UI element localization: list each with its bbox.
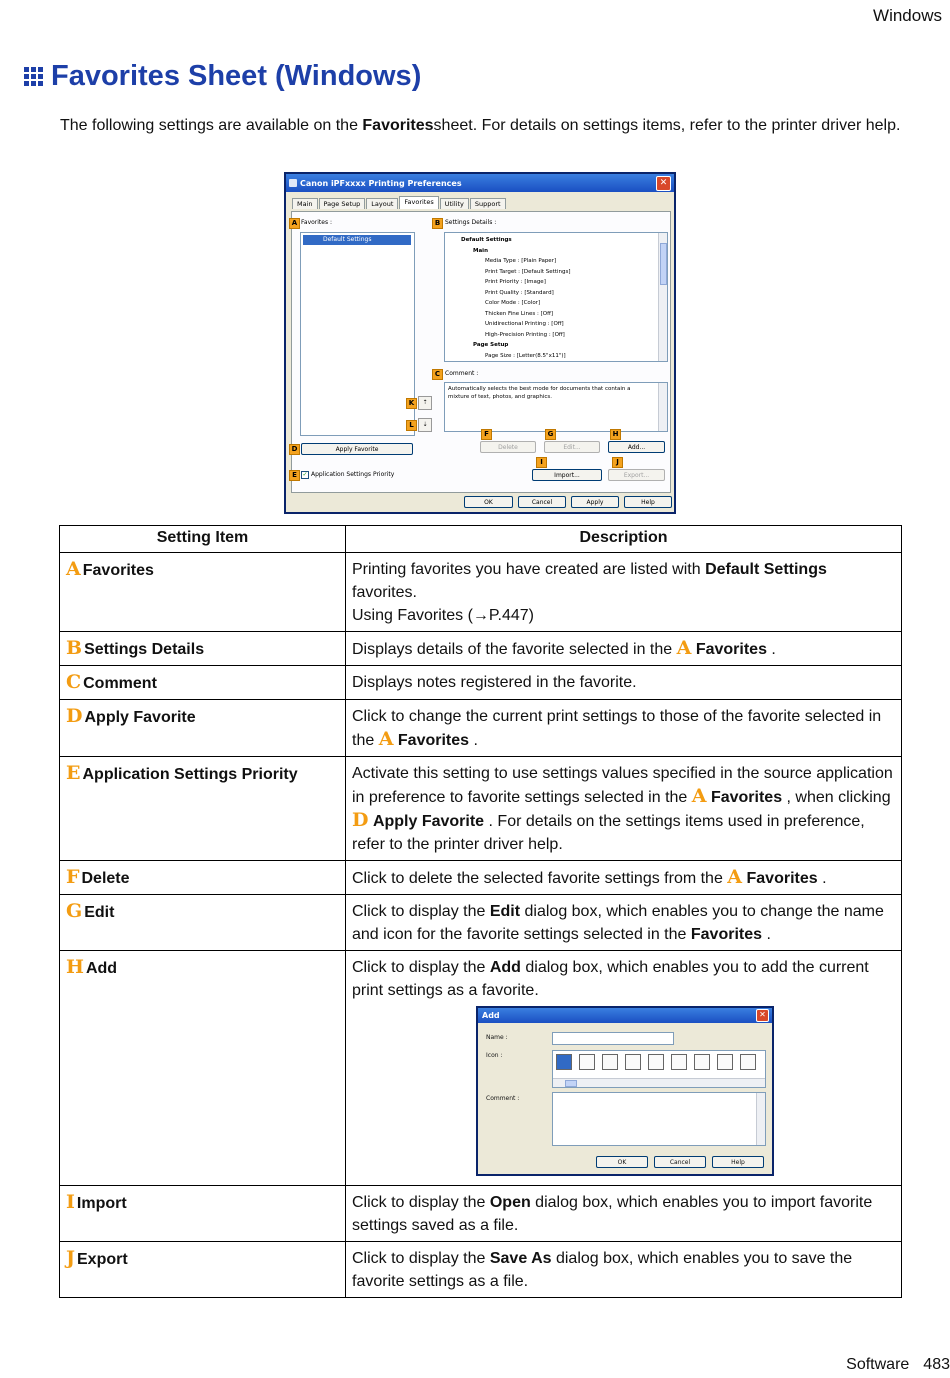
add-help-button[interactable]: Help (712, 1156, 764, 1168)
printer-icon (289, 179, 297, 187)
apply-favorite-button[interactable]: Apply Favorite (301, 443, 413, 455)
page-title: Favorites Sheet (Windows) (24, 60, 421, 93)
favorite-icon-7[interactable] (694, 1054, 710, 1070)
comment-scrollbar[interactable] (658, 383, 667, 431)
header-setting-item: Setting Item (59, 525, 346, 553)
icon-scrollbar[interactable] (553, 1078, 765, 1087)
using-favorites-link[interactable]: Using Favorites (→P.447) (352, 607, 534, 624)
table-row: A Favorites Printing favorites you have c… (59, 552, 902, 632)
table-row: C Comment Displays notes registered in th… (59, 665, 902, 700)
favorite-icon-6[interactable] (671, 1054, 687, 1070)
import-button[interactable]: Import... (532, 469, 602, 481)
favorites-label: Favorites : (301, 219, 333, 226)
comment-box[interactable]: Automatically selects the best mode for … (444, 382, 668, 432)
intro-paragraph: The following settings are available on … (60, 117, 901, 134)
tab-favorites[interactable]: Favorites (399, 196, 439, 209)
favorite-icon-1[interactable] (556, 1054, 572, 1070)
header-description: Description (345, 525, 902, 553)
add-comment-input[interactable] (552, 1092, 766, 1146)
marker-g: G (545, 429, 556, 440)
marker-i: I (536, 457, 547, 468)
favorite-icon-3[interactable] (602, 1054, 618, 1070)
tab-layout[interactable]: Layout (366, 198, 399, 209)
app-priority-checkbox[interactable]: ✓ (301, 471, 309, 479)
table-row: F Delete Click to delete the selected fav… (59, 860, 902, 895)
favorite-icon-8[interactable] (717, 1054, 733, 1070)
add-name-input[interactable] (552, 1032, 674, 1045)
settings-details-tree[interactable]: Default Settings Main Media Type : [Plai… (444, 232, 668, 362)
add-comment-scrollbar[interactable] (756, 1093, 765, 1145)
favorite-icon-4[interactable] (625, 1054, 641, 1070)
marker-c: C (432, 369, 443, 380)
table-row: E Application Settings Priority Activate … (59, 756, 902, 861)
table-row: B Settings Details Displays details of th… (59, 631, 902, 666)
cancel-button[interactable]: Cancel (518, 496, 566, 508)
help-button[interactable]: Help (624, 496, 672, 508)
page-number: 483 (923, 1356, 950, 1373)
favorite-icon-5[interactable] (648, 1054, 664, 1070)
close-icon[interactable]: ✕ (656, 176, 671, 191)
export-button[interactable]: Export... (608, 469, 665, 481)
add-ok-button[interactable]: OK (596, 1156, 648, 1168)
marker-k: K (406, 398, 417, 409)
comment-label: Comment : (445, 370, 479, 377)
settings-details-label: Settings Details : (445, 219, 497, 226)
favorites-panel: A Favorites : Default Settings B Setting… (289, 211, 671, 493)
add-dialog: Add ✕ Name : Icon : Comment: OK Cancel … (476, 1006, 774, 1176)
details-scrollbar[interactable] (658, 233, 667, 361)
marker-h: H (610, 429, 621, 440)
move-down-icon[interactable]: ⇣ (418, 418, 432, 432)
page-footer: Software 483 (832, 1356, 950, 1374)
apply-button[interactable]: Apply (571, 496, 619, 508)
marker-j: J (612, 457, 623, 468)
dialog-titlebar: Canon iPFxxxx Printing Preferences ✕ (286, 174, 674, 192)
app-priority-label: Application Settings Priority (311, 471, 395, 478)
favorites-list[interactable]: Default Settings (300, 232, 415, 436)
running-header: Windows (873, 6, 942, 25)
tab-utility[interactable]: Utility (439, 198, 469, 209)
settings-tree: Default Settings Main Media Type : [Plai… (461, 237, 571, 359)
footer-section: Software (846, 1356, 910, 1373)
tab-page-setup[interactable]: Page Setup (318, 198, 366, 209)
settings-table: Setting Item Description A Favorites Prin… (59, 525, 902, 1298)
section-grid-icon (24, 67, 43, 86)
marker-f: F (481, 429, 492, 440)
dialog-tabs: Main Page Setup Layout Favorites Utility… (292, 196, 507, 209)
close-icon[interactable]: ✕ (756, 1009, 769, 1022)
add-cancel-button[interactable]: Cancel (654, 1156, 706, 1168)
tab-support[interactable]: Support (469, 198, 506, 209)
favorite-icon-9[interactable] (740, 1054, 756, 1070)
edit-button[interactable]: Edit... (544, 441, 600, 453)
favorites-item-default[interactable]: Default Settings (303, 235, 411, 245)
table-row: J Export Click to display the Save As dia… (59, 1241, 902, 1298)
delete-button[interactable]: Delete (480, 441, 536, 453)
table-row: H Add Click to display the Add dialog box… (59, 950, 902, 1186)
add-dialog-titlebar: Add ✕ (478, 1008, 772, 1023)
table-header-row: Setting Item Description (59, 525, 902, 553)
printing-preferences-dialog: Canon iPFxxxx Printing Preferences ✕ Mai… (284, 172, 676, 514)
add-icon-label: Icon : (486, 1052, 503, 1059)
add-name-label: Name : (486, 1034, 508, 1041)
tab-main[interactable]: Main (292, 198, 318, 209)
marker-a: A (289, 218, 300, 229)
add-comment-label: Comment : (486, 1095, 520, 1102)
table-row: D Apply Favorite Click to change the curr… (59, 699, 902, 757)
favorite-icon-2[interactable] (579, 1054, 595, 1070)
marker-l: L (406, 420, 417, 431)
table-row: G Edit Click to display the Edit dialog b… (59, 894, 902, 951)
add-icon-picker[interactable] (552, 1050, 766, 1088)
ok-button[interactable]: OK (464, 496, 513, 508)
move-up-icon[interactable]: ⇡ (418, 396, 432, 410)
marker-d: D (289, 444, 300, 455)
page-title-text: Favorites Sheet (Windows) (51, 60, 422, 92)
table-row: I Import Click to display the Open dialog… (59, 1185, 902, 1242)
add-button[interactable]: Add... (608, 441, 665, 453)
marker-e: E (289, 470, 300, 481)
marker-b: B (432, 218, 443, 229)
